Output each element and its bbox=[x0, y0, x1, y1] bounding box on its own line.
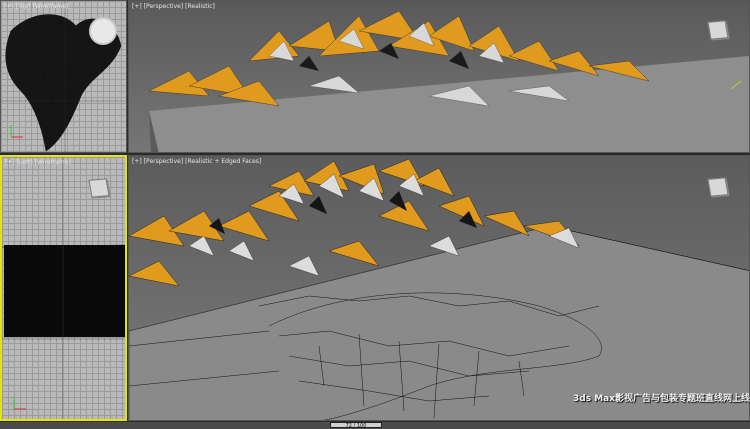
watermark-text: 3ds Max影视广告与包装专题班直线网上线 bbox=[573, 394, 750, 404]
viewport-shading-mode[interactable]: [Wireframe] bbox=[33, 3, 69, 10]
axis-tripod-icon bbox=[10, 125, 23, 138]
viewport-top[interactable]: [+] [Top] [Wireframe] bbox=[0, 0, 127, 153]
viewport-label-left[interactable]: [+] [Left] [Wireframe] bbox=[5, 158, 73, 167]
viewport-view-name[interactable]: [Top] bbox=[16, 3, 31, 10]
viewport-menu-plus[interactable]: [+] bbox=[4, 3, 14, 10]
viewport-shading-mode[interactable]: [Wireframe] bbox=[35, 159, 71, 166]
perspective-scene bbox=[129, 1, 749, 152]
view-cube-icon[interactable] bbox=[88, 178, 110, 198]
viewport-view-name[interactable]: [Left] bbox=[17, 159, 33, 166]
viewport-menu-plus[interactable]: [+] bbox=[132, 158, 142, 165]
viewport-left[interactable]: [+] [Left] [Wireframe] bbox=[0, 155, 127, 421]
viewport-perspective-top[interactable]: [+] [Perspective] [Realistic] bbox=[128, 0, 750, 153]
axis-tripod-icon bbox=[13, 397, 26, 410]
perspective-main-scene bbox=[129, 156, 749, 420]
viewport-label-top[interactable]: [+] [Top] [Wireframe] bbox=[4, 2, 71, 11]
axis-tripod-icon bbox=[730, 80, 742, 90]
viewport-menu-plus[interactable]: [+] bbox=[5, 159, 15, 166]
viewport-shading-mode[interactable]: [Realistic] bbox=[185, 3, 215, 10]
viewport-label-persp-top[interactable]: [+] [Perspective] [Realistic] bbox=[132, 2, 217, 11]
viewport-shading-mode[interactable]: [Realistic + Edged Faces] bbox=[185, 158, 261, 165]
viewport-view-name[interactable]: [Perspective] bbox=[144, 158, 183, 165]
view-cube-icon[interactable] bbox=[707, 20, 729, 40]
viewport-menu-plus[interactable]: [+] bbox=[132, 3, 142, 10]
viewport-label-persp-main[interactable]: [+] [Perspective] [Realistic + Edged Faces… bbox=[132, 157, 263, 166]
viewport-separator-vertical[interactable] bbox=[127, 0, 128, 421]
viewport-perspective-main[interactable]: [+] [Perspective] [Realistic + Edged Faces… bbox=[128, 155, 750, 421]
frame-counter[interactable]: 72 / 100 bbox=[330, 422, 382, 429]
viewport-separator-horizontal[interactable] bbox=[0, 153, 750, 155]
view-cube-icon[interactable] bbox=[707, 177, 729, 197]
view-cube-icon[interactable] bbox=[89, 17, 117, 45]
viewport-view-name[interactable]: [Perspective] bbox=[144, 3, 183, 10]
